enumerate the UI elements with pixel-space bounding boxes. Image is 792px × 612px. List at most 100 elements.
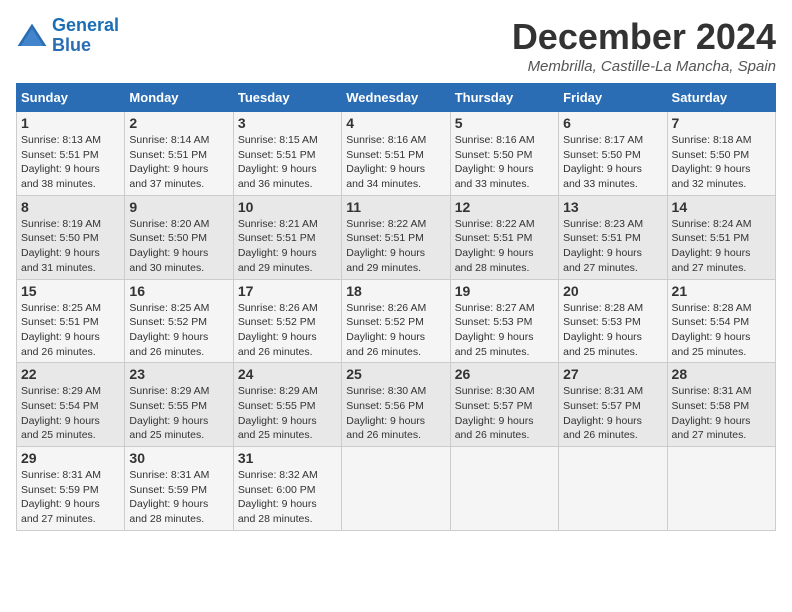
day-number: 1 [21,115,120,131]
day-info: Sunrise: 8:26 AM Sunset: 5:52 PM Dayligh… [346,301,445,360]
day-number: 6 [563,115,662,131]
weekday-header-monday: Monday [125,84,233,112]
calendar-cell [667,447,775,531]
calendar-cell: 24 Sunrise: 8:29 AM Sunset: 5:55 PM Dayli… [233,363,341,447]
day-number: 23 [129,366,228,382]
calendar-cell: 3Sunrise: 8:15 AM Sunset: 5:51 PM Daylig… [233,112,341,196]
calendar-cell: 19 Sunrise: 8:27 AM Sunset: 5:53 PM Dayli… [450,279,558,363]
calendar-cell: 21 Sunrise: 8:28 AM Sunset: 5:54 PM Dayli… [667,279,775,363]
calendar-cell: 6 Sunrise: 8:17 AM Sunset: 5:50 PM Daylig… [559,112,667,196]
calendar-cell: 10Sunrise: 8:21 AM Sunset: 5:51 PM Dayli… [233,195,341,279]
day-number: 30 [129,450,228,466]
day-info: Sunrise: 8:28 AM Sunset: 5:54 PM Dayligh… [672,301,771,360]
day-number: 9 [129,199,228,215]
title-area: December 2024 Membrilla, Castille-La Man… [512,16,776,75]
day-info: Sunrise: 8:16 AM Sunset: 5:51 PM Dayligh… [346,133,445,192]
week-row-3: 15Sunrise: 8:25 AM Sunset: 5:51 PM Dayli… [17,279,776,363]
day-info: Sunrise: 8:28 AM Sunset: 5:53 PM Dayligh… [563,301,662,360]
calendar-cell: 2 Sunrise: 8:14 AM Sunset: 5:51 PM Daylig… [125,112,233,196]
logo-line2: Blue [52,35,91,55]
calendar-cell: 14Sunrise: 8:24 AM Sunset: 5:51 PM Dayli… [667,195,775,279]
day-number: 20 [563,283,662,299]
weekday-header-friday: Friday [559,84,667,112]
calendar-header: SundayMondayTuesdayWednesdayThursdayFrid… [17,84,776,112]
week-row-4: 22 Sunrise: 8:29 AM Sunset: 5:54 PM Dayli… [17,363,776,447]
calendar-cell: 16 Sunrise: 8:25 AM Sunset: 5:52 PM Dayli… [125,279,233,363]
weekday-header-thursday: Thursday [450,84,558,112]
calendar-cell: 23 Sunrise: 8:29 AM Sunset: 5:55 PM Dayli… [125,363,233,447]
calendar-cell: 22 Sunrise: 8:29 AM Sunset: 5:54 PM Dayli… [17,363,125,447]
calendar-body: 1 Sunrise: 8:13 AM Sunset: 5:51 PM Daylig… [17,112,776,531]
weekday-header-wednesday: Wednesday [342,84,450,112]
day-info: Sunrise: 8:31 AM Sunset: 5:59 PM Dayligh… [21,468,120,527]
day-number: 17 [238,283,337,299]
calendar-cell: 29 Sunrise: 8:31 AM Sunset: 5:59 PM Dayli… [17,447,125,531]
calendar-cell: 1 Sunrise: 8:13 AM Sunset: 5:51 PM Daylig… [17,112,125,196]
day-info: Sunrise: 8:17 AM Sunset: 5:50 PM Dayligh… [563,133,662,192]
calendar-cell: 31Sunrise: 8:32 AM Sunset: 6:00 PM Dayli… [233,447,341,531]
day-number: 2 [129,115,228,131]
day-info: Sunrise: 8:19 AM Sunset: 5:50 PM Dayligh… [21,217,120,276]
day-number: 24 [238,366,337,382]
day-info: Sunrise: 8:22 AM Sunset: 5:51 PM Dayligh… [346,217,445,276]
calendar-cell: 25 Sunrise: 8:30 AM Sunset: 5:56 PM Dayli… [342,363,450,447]
header: General Blue December 2024 Membrilla, Ca… [16,16,776,75]
day-number: 21 [672,283,771,299]
day-number: 25 [346,366,445,382]
calendar-cell: 12 Sunrise: 8:22 AM Sunset: 5:51 PM Dayli… [450,195,558,279]
calendar-cell: 28Sunrise: 8:31 AM Sunset: 5:58 PM Dayli… [667,363,775,447]
day-number: 19 [455,283,554,299]
calendar-table: SundayMondayTuesdayWednesdayThursdayFrid… [16,83,776,531]
day-number: 22 [21,366,120,382]
day-info: Sunrise: 8:31 AM Sunset: 5:59 PM Dayligh… [129,468,228,527]
calendar-cell: 13Sunrise: 8:23 AM Sunset: 5:51 PM Dayli… [559,195,667,279]
calendar-cell: 20 Sunrise: 8:28 AM Sunset: 5:53 PM Dayli… [559,279,667,363]
calendar-cell: 18Sunrise: 8:26 AM Sunset: 5:52 PM Dayli… [342,279,450,363]
day-info: Sunrise: 8:18 AM Sunset: 5:50 PM Dayligh… [672,133,771,192]
day-info: Sunrise: 8:21 AM Sunset: 5:51 PM Dayligh… [238,217,337,276]
day-number: 13 [563,199,662,215]
calendar-cell: 27 Sunrise: 8:31 AM Sunset: 5:57 PM Dayli… [559,363,667,447]
day-info: Sunrise: 8:15 AM Sunset: 5:51 PM Dayligh… [238,133,337,192]
day-info: Sunrise: 8:13 AM Sunset: 5:51 PM Dayligh… [21,133,120,192]
calendar-cell [559,447,667,531]
day-info: Sunrise: 8:26 AM Sunset: 5:52 PM Dayligh… [238,301,337,360]
calendar-cell [450,447,558,531]
day-info: Sunrise: 8:30 AM Sunset: 5:57 PM Dayligh… [455,384,554,443]
day-info: Sunrise: 8:31 AM Sunset: 5:58 PM Dayligh… [672,384,771,443]
day-info: Sunrise: 8:29 AM Sunset: 5:55 PM Dayligh… [129,384,228,443]
day-info: Sunrise: 8:14 AM Sunset: 5:51 PM Dayligh… [129,133,228,192]
day-info: Sunrise: 8:20 AM Sunset: 5:50 PM Dayligh… [129,217,228,276]
location-title: Membrilla, Castille-La Mancha, Spain [512,58,776,75]
calendar-cell: 7Sunrise: 8:18 AM Sunset: 5:50 PM Daylig… [667,112,775,196]
day-number: 15 [21,283,120,299]
calendar-cell: 17 Sunrise: 8:26 AM Sunset: 5:52 PM Dayli… [233,279,341,363]
calendar-cell: 5Sunrise: 8:16 AM Sunset: 5:50 PM Daylig… [450,112,558,196]
day-number: 12 [455,199,554,215]
calendar-cell: 30 Sunrise: 8:31 AM Sunset: 5:59 PM Dayli… [125,447,233,531]
day-number: 14 [672,199,771,215]
week-row-1: 1 Sunrise: 8:13 AM Sunset: 5:51 PM Daylig… [17,112,776,196]
weekday-header-row: SundayMondayTuesdayWednesdayThursdayFrid… [17,84,776,112]
week-row-5: 29 Sunrise: 8:31 AM Sunset: 5:59 PM Dayli… [17,447,776,531]
day-info: Sunrise: 8:16 AM Sunset: 5:50 PM Dayligh… [455,133,554,192]
day-number: 16 [129,283,228,299]
day-info: Sunrise: 8:29 AM Sunset: 5:55 PM Dayligh… [238,384,337,443]
day-info: Sunrise: 8:31 AM Sunset: 5:57 PM Dayligh… [563,384,662,443]
day-number: 27 [563,366,662,382]
day-number: 29 [21,450,120,466]
calendar-cell: 26Sunrise: 8:30 AM Sunset: 5:57 PM Dayli… [450,363,558,447]
logo-line1: General [52,15,119,35]
calendar-cell: 4Sunrise: 8:16 AM Sunset: 5:51 PM Daylig… [342,112,450,196]
day-info: Sunrise: 8:25 AM Sunset: 5:52 PM Dayligh… [129,301,228,360]
logo: General Blue [16,16,119,56]
weekday-header-sunday: Sunday [17,84,125,112]
day-number: 8 [21,199,120,215]
day-info: Sunrise: 8:30 AM Sunset: 5:56 PM Dayligh… [346,384,445,443]
day-info: Sunrise: 8:22 AM Sunset: 5:51 PM Dayligh… [455,217,554,276]
day-info: Sunrise: 8:29 AM Sunset: 5:54 PM Dayligh… [21,384,120,443]
day-number: 31 [238,450,337,466]
day-info: Sunrise: 8:27 AM Sunset: 5:53 PM Dayligh… [455,301,554,360]
month-title: December 2024 [512,16,776,58]
week-row-2: 8 Sunrise: 8:19 AM Sunset: 5:50 PM Daylig… [17,195,776,279]
